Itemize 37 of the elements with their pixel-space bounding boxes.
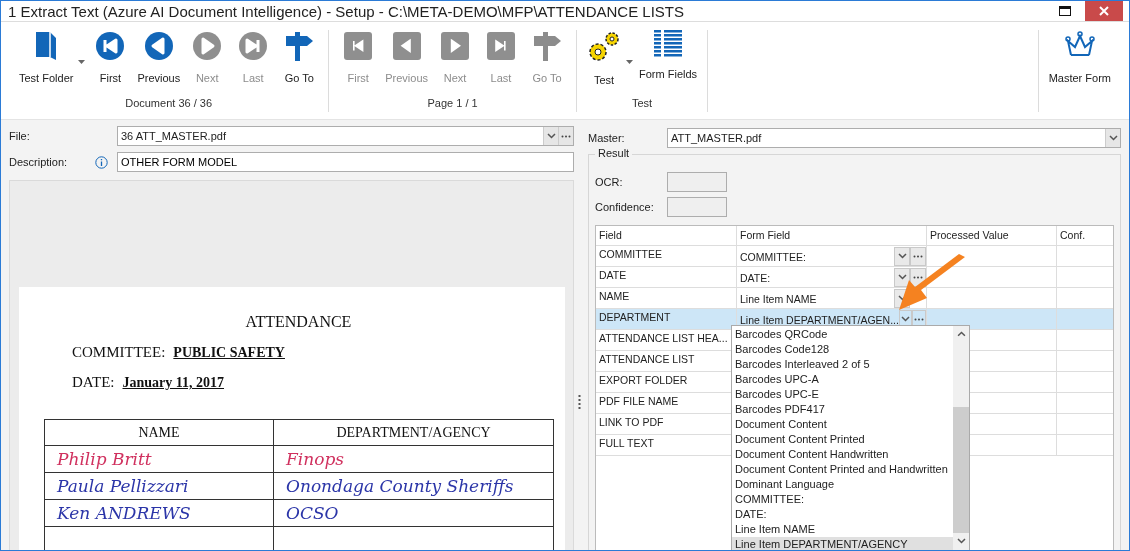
table-cell: DATE [599, 269, 627, 281]
table-cell: LINK TO PDF [599, 416, 664, 428]
group-title: Result [595, 147, 633, 159]
field-label: Description: [9, 156, 69, 168]
table-cell: NAME [599, 290, 630, 302]
window-title: 1 Extract Text (Azure AI Document Intelligence) - Setup - C:\META-DEMO\MFP\ATTENDANCE LISTS [8, 2, 685, 20]
field-label: Master: [588, 132, 626, 144]
table-cell: EXPORT FOLDER [599, 374, 688, 386]
table-cell-text: Line Item NAME [740, 292, 818, 305]
table-cell-text: DATE: [740, 271, 772, 284]
handwritten-name: Paula Pellizzari [57, 476, 189, 496]
document-title: ATTENDANCE [244, 313, 353, 331]
handwritten-name: Ken ANDREWS [57, 503, 191, 523]
column-header: DEPARTMENT/AGENCY [336, 424, 491, 441]
document-value: January 11, 2017 [122, 375, 224, 391]
document-label: COMMITTEE: [72, 344, 166, 361]
document-label: DATE: [72, 374, 115, 391]
field-label: OCR: [595, 175, 624, 188]
table-cell-text: Line Item DEPARTMENT/AGEN... [740, 313, 899, 326]
group-label: Test [631, 96, 653, 111]
column-header: NAME [138, 424, 180, 441]
table-cell: ATTENDANCE LIST [599, 353, 695, 365]
table-cell: COMMITTEE [599, 248, 662, 260]
table-cell-text: COMMITTEE: [740, 250, 807, 263]
field-label: File: [9, 130, 31, 142]
group-label: Document 36 / 36 [125, 96, 213, 111]
document-value: PUBLIC SAFETY [173, 345, 285, 361]
handwritten-agency: OCSO [286, 503, 339, 523]
field-label: Confidence: [595, 200, 655, 213]
handwritten-agency: Finops [286, 449, 345, 469]
table-cell: FULL TEXT [599, 437, 654, 449]
table-cell: DEPARTMENT [599, 311, 671, 323]
handwritten-agency: Onondaga County Sheriffs [286, 476, 514, 496]
table-cell: ATTENDANCE LIST HEA... [599, 332, 728, 344]
table-cell: PDF FILE NAME [599, 395, 679, 407]
group-label: Page 1 / 1 [427, 96, 478, 111]
handwritten-name: Philip Britt [57, 449, 152, 469]
